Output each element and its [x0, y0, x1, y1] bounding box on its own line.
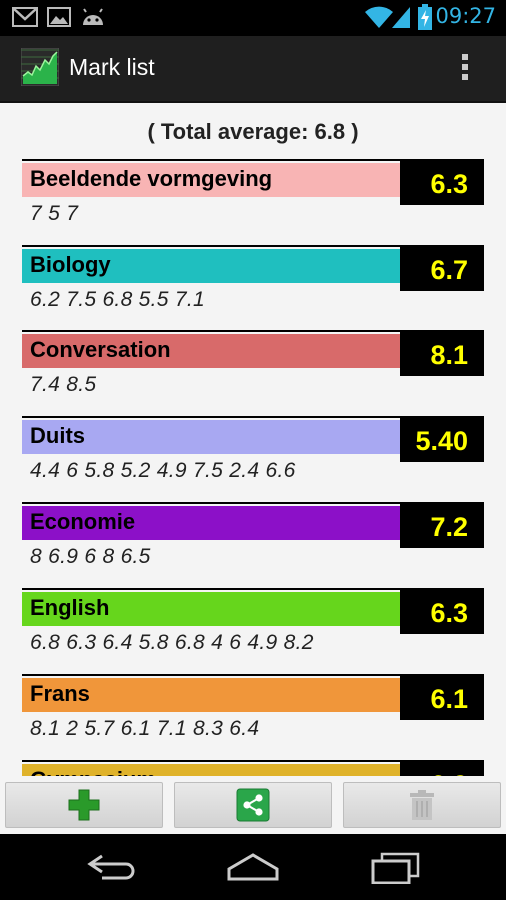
subject-name: Gymnasium [30, 767, 156, 776]
share-button[interactable] [174, 782, 332, 828]
share-icon [236, 788, 270, 822]
action-bar: Mark list [0, 36, 506, 103]
subject-row[interactable]: Frans 6.1 8.1 2 5.7 6.1 7.1 8.3 6.4 [22, 674, 484, 760]
subject-bar: Gymnasium [22, 764, 400, 776]
subject-average: 6.9 [400, 760, 484, 776]
subject-bar: Beeldende vormgeving [22, 163, 400, 197]
subject-bar: English [22, 592, 400, 626]
add-icon [68, 789, 100, 821]
subject-row[interactable]: Economie 7.2 8 6.9 6 8 6.5 [22, 502, 484, 588]
subject-bar: Biology [22, 249, 400, 283]
subject-row[interactable]: Conversation 8.1 7.4 8.5 [22, 330, 484, 416]
subject-name: Conversation [30, 337, 171, 362]
mark-list: ( Total average: 6.8 ) Beeldende vormgev… [0, 103, 506, 776]
signal-icon [392, 7, 410, 28]
battery-charging-icon [418, 4, 432, 30]
subject-bar: Economie [22, 506, 400, 540]
subject-marks: 6.8 6.3 6.4 5.8 6.8 4 6 4.9 8.2 [30, 631, 314, 654]
subject-row[interactable]: Biology 6.7 6.2 7.5 6.8 5.5 7.1 [22, 245, 484, 331]
back-icon[interactable] [86, 852, 138, 882]
gmail-icon [12, 7, 38, 27]
status-bar: 09:27 [0, 0, 506, 36]
add-button[interactable] [5, 782, 163, 828]
subject-average: 5.40 [400, 416, 484, 462]
subject-marks: 7 5 7 [30, 202, 79, 225]
subject-row[interactable]: Duits 5.40 4.4 6 5.8 5.2 4.9 7.5 2.4 6.6 [22, 416, 484, 502]
recents-icon[interactable] [370, 852, 422, 884]
wifi-icon [365, 6, 393, 28]
action-button-bar [0, 776, 506, 834]
clock: 09:27 [435, 4, 496, 28]
subject-name: Beeldende vormgeving [30, 166, 273, 191]
subject-name: Biology [30, 252, 111, 277]
subject-marks: 7.4 8.5 [30, 373, 97, 396]
subject-bar: Conversation [22, 334, 400, 368]
subject-row[interactable]: Beeldende vormgeving 6.3 7 5 7 [22, 159, 484, 245]
subject-marks: 8 6.9 6 8 6.5 [30, 545, 151, 568]
subject-average: 6.3 [400, 159, 484, 205]
subject-name: Duits [30, 423, 85, 448]
subject-average: 7.2 [400, 502, 484, 548]
android-icon [83, 8, 103, 25]
subject-average: 6.7 [400, 245, 484, 291]
subject-marks: 6.2 7.5 6.8 5.5 7.1 [30, 288, 206, 311]
subject-name: English [30, 595, 110, 620]
subject-bar: Frans [22, 678, 400, 712]
chart-icon[interactable] [21, 48, 59, 86]
subject-name: Frans [30, 681, 90, 706]
subject-bar: Duits [22, 420, 400, 454]
subject-row[interactable]: English 6.3 6.8 6.3 6.4 5.8 6.8 4 6 4.9 … [22, 588, 484, 674]
subject-name: Economie [30, 509, 136, 534]
subject-row[interactable]: Gymnasium 6.9 [22, 760, 484, 776]
navigation-bar [0, 834, 506, 900]
overflow-menu-icon[interactable] [462, 54, 470, 86]
subject-average: 8.1 [400, 330, 484, 376]
delete-button[interactable] [343, 782, 501, 828]
trash-icon [410, 790, 434, 820]
subject-average: 6.1 [400, 674, 484, 720]
total-average: ( Total average: 6.8 ) [147, 119, 359, 144]
subject-marks: 8.1 2 5.7 6.1 7.1 8.3 6.4 [30, 717, 260, 740]
gallery-icon [47, 7, 71, 27]
subject-average: 6.3 [400, 588, 484, 634]
subject-marks: 4.4 6 5.8 5.2 4.9 7.5 2.4 6.6 [30, 459, 296, 482]
home-icon[interactable] [226, 852, 280, 882]
page-title: Mark list [69, 54, 155, 80]
